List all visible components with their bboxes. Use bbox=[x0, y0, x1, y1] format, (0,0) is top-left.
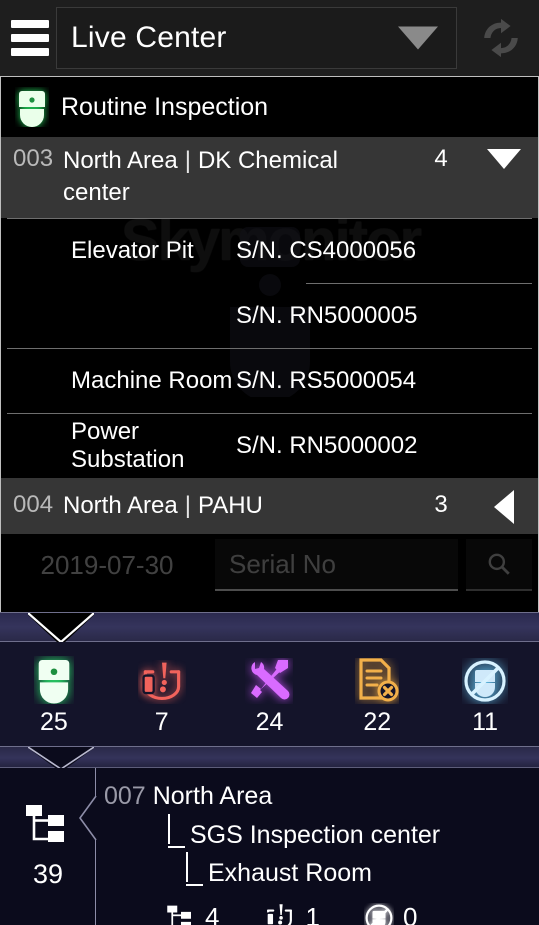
stat-value: 11 bbox=[472, 707, 499, 736]
app-header: Live Center bbox=[0, 0, 539, 76]
elevator-cab-icon bbox=[19, 91, 45, 127]
tree-stat-value: 4 bbox=[205, 902, 220, 925]
no-elevator-icon bbox=[365, 904, 393, 925]
live-center-screen: Live Center Skymonitor Routine Inspectio… bbox=[0, 0, 539, 925]
emergency-call-icon bbox=[138, 654, 186, 704]
tree-node-label: SGS Inspection center bbox=[190, 821, 441, 849]
group-row[interactable]: 003 North Area | DK Chemical center 4 bbox=[1, 137, 538, 219]
tree-stat-value: 1 bbox=[305, 902, 320, 925]
search-button[interactable] bbox=[466, 539, 532, 592]
list-item[interactable]: S/N. RN5000005 bbox=[1, 284, 538, 348]
group-count: 3 bbox=[434, 491, 448, 519]
sitemap-icon bbox=[167, 905, 191, 925]
item-serial: S/N. RN5000005 bbox=[236, 302, 418, 330]
hamburger-bar bbox=[11, 20, 49, 28]
notch-bottom bbox=[28, 747, 94, 770]
tree-stat-emergency[interactable]: 1 bbox=[263, 902, 320, 925]
stat-elevator-cab[interactable]: 25 bbox=[0, 654, 108, 735]
tree-node-label: North Area bbox=[152, 782, 273, 810]
stat-value: 22 bbox=[363, 707, 392, 736]
tree-node-label: Exhaust Room bbox=[208, 859, 372, 887]
stats-icon-bar: 25 7 24 22 11 bbox=[0, 642, 539, 746]
group-toggle[interactable] bbox=[470, 145, 538, 169]
hamburger-icon[interactable] bbox=[0, 0, 56, 76]
group-row[interactable]: 004 North Area | PAHU 3 bbox=[1, 478, 538, 535]
tree-node-number: 007 bbox=[104, 782, 146, 810]
stat-value: 24 bbox=[255, 707, 284, 736]
item-serial: S/N. RS5000054 bbox=[236, 367, 417, 395]
item-name: Elevator Pit bbox=[71, 237, 194, 265]
refresh-button[interactable] bbox=[463, 0, 539, 76]
search-bar[interactable]: 2019-07-30 Serial No bbox=[1, 534, 538, 596]
group-area: North Area bbox=[63, 147, 178, 174]
item-name: Power Substation bbox=[71, 418, 185, 474]
search-icon bbox=[488, 553, 510, 576]
date-field[interactable]: 2019-07-30 bbox=[7, 550, 207, 581]
tree-stat-sitemap[interactable]: 4 bbox=[166, 902, 219, 925]
stats-bottom-band bbox=[0, 746, 539, 770]
group-count: 4 bbox=[434, 145, 448, 172]
search-input[interactable]: Serial No bbox=[215, 539, 458, 592]
tree-node-level2[interactable]: SGS Inspection center bbox=[168, 814, 539, 850]
emergency-call-icon bbox=[266, 904, 293, 925]
stat-value: 7 bbox=[154, 707, 169, 736]
document-error-icon bbox=[355, 654, 399, 704]
stat-no-elevator[interactable]: 11 bbox=[431, 654, 539, 735]
tree-stat-value: 0 bbox=[402, 902, 418, 925]
group-name: North Area | PAHU bbox=[63, 490, 412, 522]
tree-node-level1[interactable]: 007 North Area bbox=[104, 782, 539, 811]
section-label: Routine Inspection bbox=[61, 92, 269, 121]
group-area: North Area bbox=[63, 491, 178, 519]
sitemap-icon bbox=[26, 805, 64, 842]
group-number: 004 bbox=[13, 491, 54, 519]
stat-document-error[interactable]: 22 bbox=[323, 654, 431, 735]
group-number: 003 bbox=[13, 145, 54, 172]
tree-stat-no-elevator[interactable]: 0 bbox=[364, 902, 417, 925]
item-name: Machine Room bbox=[71, 367, 233, 395]
section-routine-inspection[interactable]: Routine Inspection bbox=[1, 77, 538, 137]
caret-down-icon[interactable] bbox=[398, 26, 438, 50]
group-toggle[interactable] bbox=[470, 486, 538, 525]
chevron-left-icon bbox=[79, 796, 97, 840]
tree-node-level3[interactable]: Exhaust Room bbox=[186, 852, 539, 888]
list-item[interactable]: Elevator Pit S/N. CS4000056 bbox=[1, 219, 538, 283]
group-site: PAHU bbox=[197, 491, 263, 519]
group-name: North Area | DK Chemical center bbox=[63, 145, 412, 208]
tree-elbow-icon bbox=[186, 852, 204, 888]
list-item[interactable]: Machine Room S/N. RS5000054 bbox=[1, 349, 538, 413]
tree-count: 39 bbox=[32, 859, 64, 889]
tools-icon bbox=[245, 654, 293, 704]
tree-summary[interactable]: 39 bbox=[0, 768, 97, 925]
tree-elbow-icon bbox=[168, 814, 186, 850]
refresh-icon bbox=[484, 18, 518, 58]
inspection-list-panel: Skymonitor Routine Inspection 003 North … bbox=[0, 76, 539, 612]
item-serial: S/N. RN5000002 bbox=[236, 432, 418, 460]
triangle-left-icon bbox=[494, 490, 514, 525]
page-title: Live Center bbox=[71, 21, 227, 54]
triangle-down-icon bbox=[487, 149, 521, 169]
item-serial: S/N. CS4000056 bbox=[236, 237, 417, 265]
title-dropdown[interactable]: Live Center bbox=[56, 7, 457, 69]
stat-emergency-call[interactable]: 7 bbox=[108, 654, 216, 735]
elevator-cab-icon bbox=[34, 654, 74, 704]
tree-stats: 4 1 0 bbox=[166, 902, 539, 925]
stat-value: 25 bbox=[39, 707, 68, 736]
hamburger-bar bbox=[11, 48, 49, 56]
notch-top bbox=[28, 613, 94, 643]
group-separator: | bbox=[184, 147, 191, 174]
list-item[interactable]: Power Substation S/N. RN5000002 bbox=[1, 414, 538, 478]
stat-tools[interactable]: 24 bbox=[216, 654, 324, 735]
group-separator: | bbox=[184, 491, 191, 519]
tree-detail: 007 North Area SGS Inspection center Exh… bbox=[96, 768, 539, 925]
no-elevator-icon bbox=[462, 654, 508, 704]
tree-summary-panel: 39 007 North Area SGS Inspection center … bbox=[0, 768, 539, 925]
hamburger-bar bbox=[11, 34, 49, 42]
stats-top-band bbox=[0, 612, 539, 643]
